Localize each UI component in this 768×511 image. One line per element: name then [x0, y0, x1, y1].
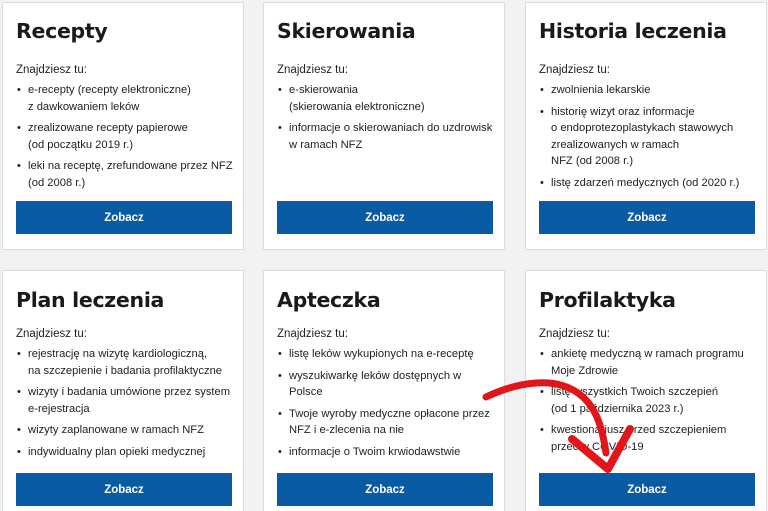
card-recepty: Recepty Znajdziesz tu: • e-recepty (recep… [2, 2, 244, 250]
card-list: • e-recepty (recepty elektroniczne) z daw… [16, 82, 236, 196]
bullet-icon: • [540, 386, 544, 398]
card-list: • rejestrację na wizytę kardiologiczną, n… [16, 346, 236, 465]
card-intro: Znajdziesz tu: [539, 64, 610, 76]
bullet-icon: • [17, 424, 21, 436]
list-item: • kwestionariusz przed szczepieniem przec… [540, 424, 727, 453]
list-item: • zwolnienia lekarskie [539, 82, 759, 99]
list-item: • leki na receptę, zrefundowane przez NFZ… [17, 160, 233, 189]
list-item: • listę wszystkich Twoich szczepień (od 1… [540, 386, 719, 415]
card-list: • ankietę medyczną w ramach programu Moje… [539, 346, 759, 460]
bullet-icon: • [17, 84, 21, 96]
list-item: • listę zdarzeń medycznych (od 2020 r.) [539, 175, 759, 192]
list-item: • listę leków wykupionych na e-receptę [277, 346, 497, 363]
bullet-icon: • [540, 424, 544, 436]
bullet-icon: • [17, 160, 21, 172]
zobacz-button[interactable]: Zobacz [539, 201, 755, 234]
card-title: Skierowania [277, 19, 416, 43]
card-title: Historia leczenia [539, 19, 727, 43]
bullet-icon: • [17, 445, 21, 458]
bullet-icon: • [278, 445, 282, 458]
card-title: Profilaktyka [539, 288, 676, 312]
card-profilaktyka: Profilaktyka Znajdziesz tu: • ankietę med… [525, 270, 767, 511]
card-title: Recepty [16, 19, 108, 43]
bullet-icon: • [278, 407, 282, 420]
list-item: • Twoje wyroby medyczne opłacone przez NF… [278, 407, 490, 437]
bullet-icon: • [540, 348, 544, 360]
list-item: • e-skierowania (skierowania elektroniczn… [278, 84, 425, 113]
bullet-icon: • [540, 176, 544, 189]
list-item: • e-recepty (recepty elektroniczne) z daw… [17, 84, 191, 113]
card-intro: Znajdziesz tu: [16, 64, 87, 76]
card-list: • listę leków wykupionych na e-receptę • w… [277, 346, 497, 465]
zobacz-button[interactable]: Zobacz [277, 201, 493, 234]
card-skierowania: Skierowania Znajdziesz tu: • e-skierowani… [263, 2, 505, 250]
bullet-icon: • [540, 84, 544, 96]
list-item: • wyszukiwarkę leków dostępnych w Polsce [278, 369, 462, 399]
bullet-icon: • [278, 122, 282, 134]
list-item: • zrealizowane recepty papierowe (od pocz… [17, 122, 188, 151]
zobacz-button[interactable]: Zobacz [16, 201, 232, 234]
zobacz-button[interactable]: Zobacz [539, 473, 755, 506]
card-intro: Znajdziesz tu: [16, 328, 87, 340]
card-list: • zwolnienia lekarskie • historię wizyt or… [539, 82, 759, 196]
card-intro: Znajdziesz tu: [277, 64, 348, 76]
list-item: • ankietę medyczną w ramach programu Moje… [540, 348, 744, 377]
bullet-icon: • [17, 386, 21, 398]
list-item: • rejestrację na wizytę kardiologiczną, n… [17, 348, 223, 377]
zobacz-button[interactable]: Zobacz [16, 473, 232, 506]
bullet-icon: • [278, 369, 282, 382]
card-historia-leczenia: Historia leczenia Znajdziesz tu: • zwolni… [525, 2, 767, 250]
card-title: Apteczka [277, 288, 381, 312]
bullet-icon: • [17, 122, 21, 134]
bullet-icon: • [540, 105, 544, 118]
list-item: • informacje o skierowaniach do uzdrowisk… [278, 122, 493, 151]
list-item: • historię wizyt oraz informacje o endopr… [540, 105, 734, 168]
list-item: • informacje o Twoim krwiodawstwie [277, 444, 497, 461]
card-list: • e-skierowania (skierowania elektroniczn… [277, 82, 497, 158]
card-apteczka: Apteczka Znajdziesz tu: • listę leków wyk… [263, 270, 505, 511]
card-intro: Znajdziesz tu: [277, 328, 348, 340]
card-plan-leczenia: Plan leczenia Znajdziesz tu: • rejestracj… [2, 270, 244, 511]
list-item: • wizyty i badania umówione przez system … [17, 386, 231, 415]
card-intro: Znajdziesz tu: [539, 328, 610, 340]
card-title: Plan leczenia [16, 288, 165, 312]
list-item: • wizyty zaplanowane w ramach NFZ [16, 422, 236, 439]
zobacz-button[interactable]: Zobacz [277, 473, 493, 506]
bullet-icon: • [278, 84, 282, 96]
services-grid: Recepty Znajdziesz tu: • e-recepty (recep… [0, 0, 768, 511]
bullet-icon: • [17, 348, 21, 360]
list-item: • indywidualny plan opieki medycznej [16, 444, 236, 461]
bullet-icon: • [278, 348, 282, 360]
